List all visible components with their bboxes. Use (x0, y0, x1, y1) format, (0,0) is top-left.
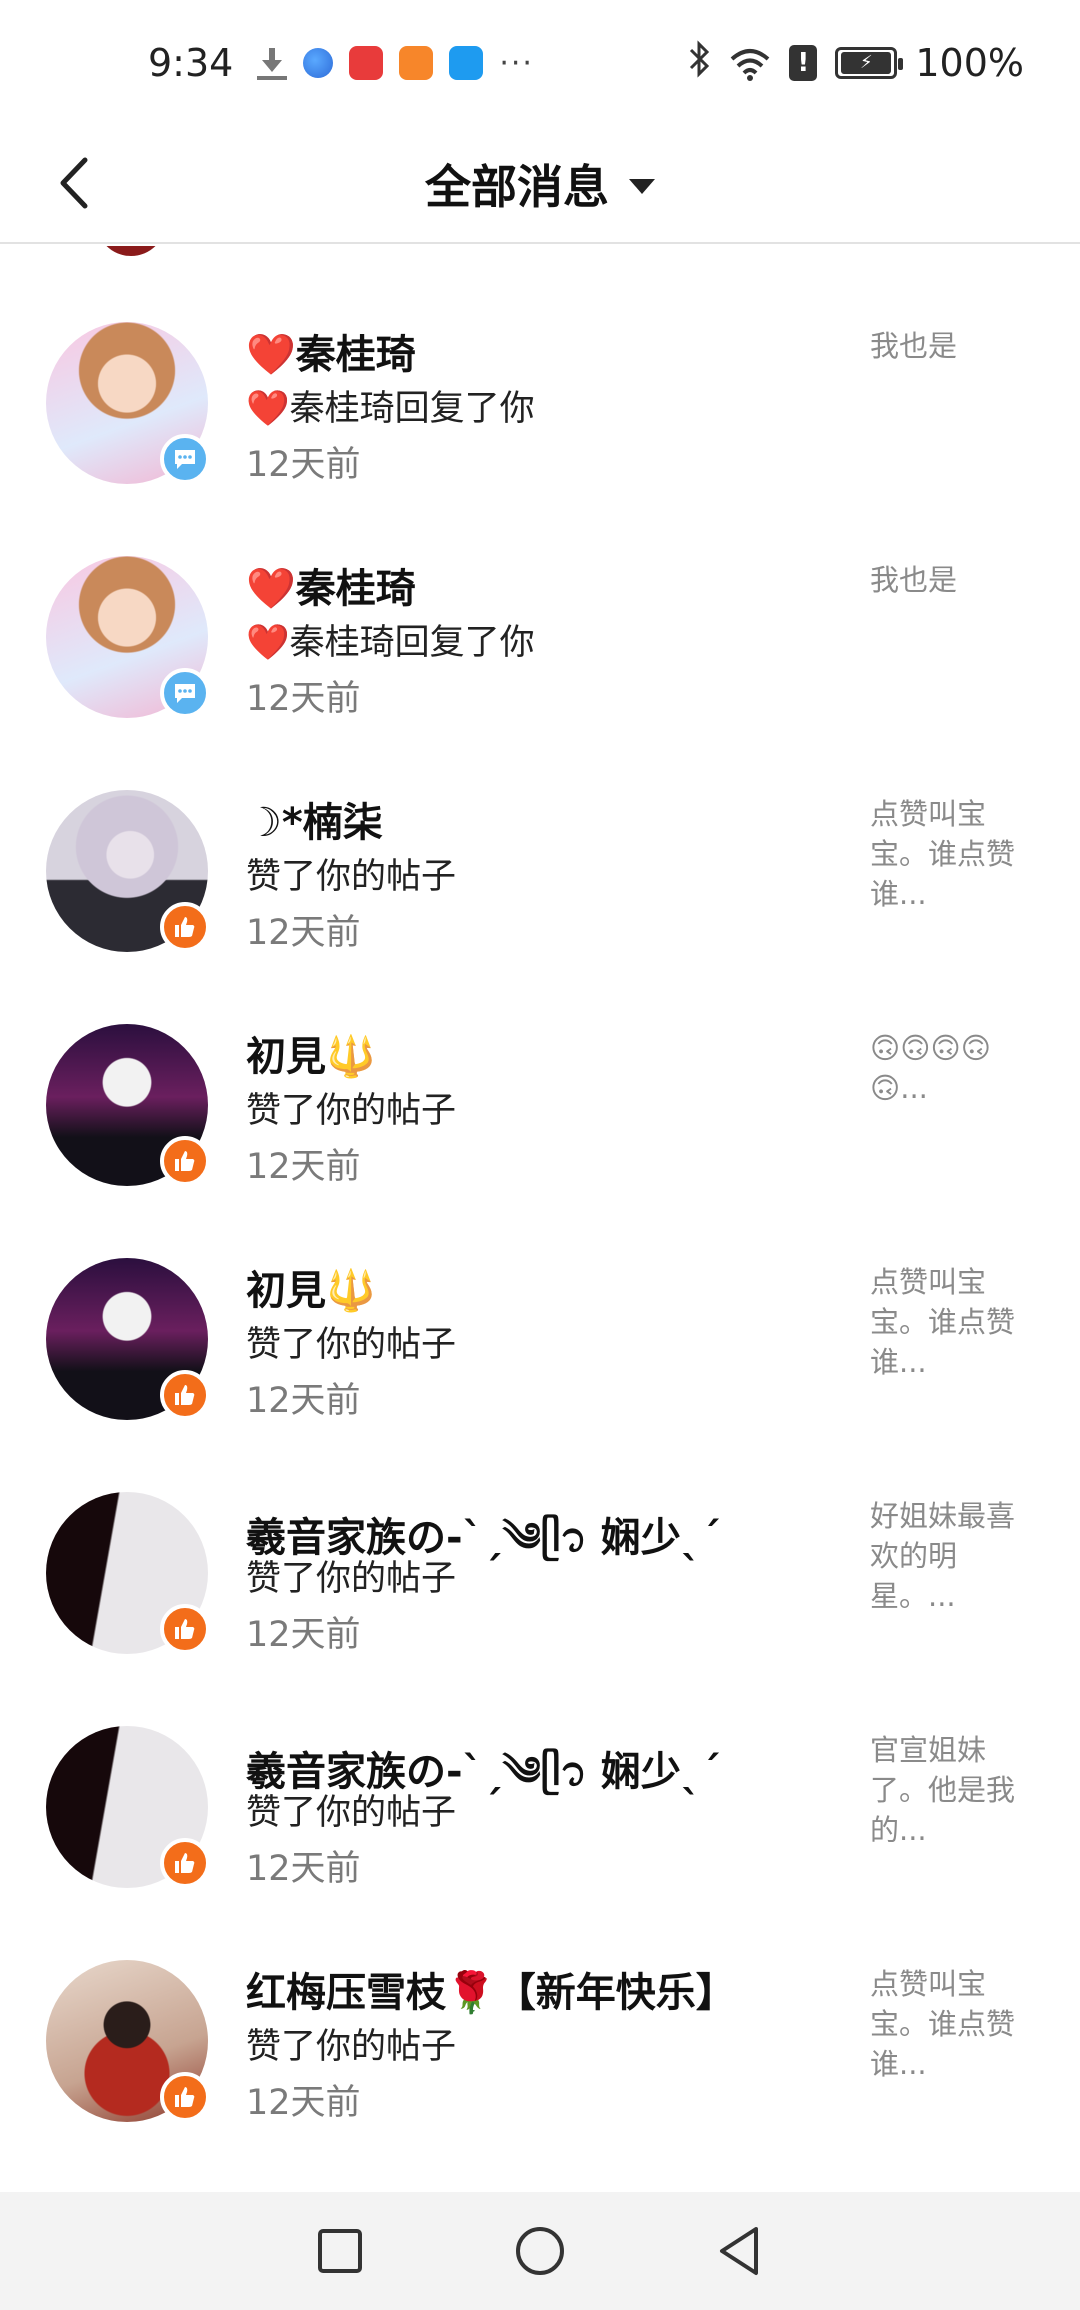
sender-name[interactable]: 初見🔱 (246, 1024, 376, 1082)
post-preview[interactable]: 点赞叫宝宝。谁点赞谁... (870, 1964, 1040, 2084)
like-badge-icon (160, 2072, 210, 2122)
message-list[interactable]: ❤️秦桂琦 ❤️秦桂琦回复了你 12天前 我也是 ❤️秦桂琦 ❤️秦桂琦回复了你… (0, 246, 1080, 2191)
message-time: 12天前 (246, 1147, 361, 1187)
sender-name[interactable]: ❤️秦桂琦 (246, 556, 416, 614)
post-preview[interactable]: 官宣姐妹了。他是我的... (870, 1730, 1040, 1850)
browser-app-icon (303, 48, 334, 78)
search-app-icon (449, 46, 484, 80)
battery-icon: ⚡ (835, 47, 904, 79)
list-item[interactable]: ❤️秦桂琦 ❤️秦桂琦回复了你 12天前 我也是 (0, 322, 1080, 556)
like-badge-icon (160, 1370, 210, 1420)
more-notifications-icon: ··· (499, 45, 534, 81)
message-time: 12天前 (246, 1615, 361, 1655)
book-app-icon (349, 46, 384, 80)
list-item[interactable]: ☽*楠柒 赞了你的帖子 12天前 点赞叫宝宝。谁点赞谁... (0, 790, 1080, 1024)
video-app-icon (399, 46, 434, 80)
recent-apps-button[interactable] (295, 2206, 385, 2296)
comment-badge-icon (160, 434, 210, 484)
list-item[interactable]: ❤️秦桂琦 ❤️秦桂琦回复了你 12天前 我也是 (0, 556, 1080, 790)
like-badge-icon (160, 1838, 210, 1888)
avatar-wrap[interactable] (46, 556, 210, 718)
avatar-wrap[interactable] (46, 1492, 210, 1654)
alert-icon: ! (789, 45, 818, 81)
like-badge-icon (160, 1136, 210, 1186)
message-action: 赞了你的帖子 (246, 1559, 457, 1599)
post-preview[interactable]: 我也是 (870, 560, 1040, 600)
avatar-wrap[interactable] (46, 790, 210, 952)
message-action: 赞了你的帖子 (246, 1793, 457, 1833)
download-icon (257, 46, 288, 80)
avatar-wrap[interactable] (46, 1960, 210, 2122)
message-action: 赞了你的帖子 (246, 1325, 457, 1365)
status-bar: 9:34 ··· ! ⚡ 100% (0, 0, 1080, 126)
avatar-wrap[interactable] (46, 322, 210, 484)
sender-name[interactable]: 红梅压雪枝🌹【新年快乐】 (246, 1960, 736, 2018)
comment-badge-icon (160, 668, 210, 718)
sender-name[interactable]: ☽*楠柒 (246, 790, 383, 848)
back-button[interactable] (40, 148, 110, 218)
avatar-wrap[interactable] (46, 1024, 210, 1186)
list-item[interactable]: 初見🔱 赞了你的帖子 12天前 点赞叫宝宝。谁点赞谁... (0, 1258, 1080, 1492)
avatar-wrap[interactable] (46, 1258, 210, 1420)
square-icon (318, 2229, 362, 2273)
list-item[interactable]: 初見🔱 赞了你的帖子 12天前 🙃🙃🙃🙃🙃... (0, 1024, 1080, 1258)
back-arrow-icon (60, 157, 88, 209)
message-time: 12天前 (246, 679, 361, 719)
message-time: 12天前 (246, 913, 361, 953)
post-preview[interactable]: 我也是 (870, 326, 1040, 366)
post-preview[interactable]: 点赞叫宝宝。谁点赞谁... (870, 1262, 1040, 1382)
status-time: 9:34 (148, 41, 234, 85)
message-action: 赞了你的帖子 (246, 2027, 457, 2067)
system-nav-bar (0, 2192, 1080, 2310)
home-button[interactable] (495, 2206, 585, 2296)
page-title: 全部消息 (425, 160, 609, 214)
like-badge-icon (160, 1604, 210, 1654)
post-preview[interactable]: 🙃🙃🙃🙃🙃... (870, 1028, 1040, 1108)
message-action: 赞了你的帖子 (246, 857, 457, 897)
message-action: 赞了你的帖子 (246, 1091, 457, 1131)
message-action: ❤️秦桂琦回复了你 (246, 623, 535, 663)
message-time: 12天前 (246, 445, 361, 485)
sender-name[interactable]: ❤️秦桂琦 (246, 322, 416, 380)
like-badge-icon (160, 902, 210, 952)
triangle-back-icon (720, 2227, 758, 2275)
wifi-icon (729, 46, 771, 81)
message-time: 12天前 (246, 2083, 361, 2123)
post-preview[interactable]: 点赞叫宝宝。谁点赞谁... (870, 794, 1040, 914)
circle-icon (516, 2227, 564, 2275)
avatar-wrap[interactable] (46, 1726, 210, 1888)
caret-down-icon (629, 178, 655, 194)
message-action: ❤️秦桂琦回复了你 (246, 389, 535, 429)
sender-name[interactable]: 初見🔱 (246, 1258, 376, 1316)
status-left: 9:34 ··· (148, 41, 534, 85)
status-right: ! ⚡ 100% (687, 39, 1024, 87)
list-item[interactable]: 羲音家族の-ˋˏ༄ᥫ᭡ 娴少ˎˊ 赞了你的帖子 12天前 好姐妹最喜欢的明星。.… (0, 1492, 1080, 1726)
post-preview[interactable]: 好姐妹最喜欢的明星。... (870, 1496, 1040, 1616)
message-filter-dropdown[interactable]: 全部消息 (425, 151, 655, 217)
list-item[interactable]: 羲音家族の-ˋˏ༄ᥫ᭡ 娴少ˎˊ 赞了你的帖子 12天前 官宣姐妹了。他是我的.… (0, 1726, 1080, 1960)
avatar (96, 246, 166, 256)
bluetooth-icon (687, 39, 711, 87)
back-nav-button[interactable] (695, 2206, 785, 2296)
header: 全部消息 (0, 126, 1080, 244)
battery-percent: 100% (915, 41, 1024, 85)
message-time: 12天前 (246, 1381, 361, 1421)
message-time: 12天前 (246, 1849, 361, 1889)
list-item[interactable]: 红梅压雪枝🌹【新年快乐】 赞了你的帖子 12天前 点赞叫宝宝。谁点赞谁... (0, 1960, 1080, 2191)
